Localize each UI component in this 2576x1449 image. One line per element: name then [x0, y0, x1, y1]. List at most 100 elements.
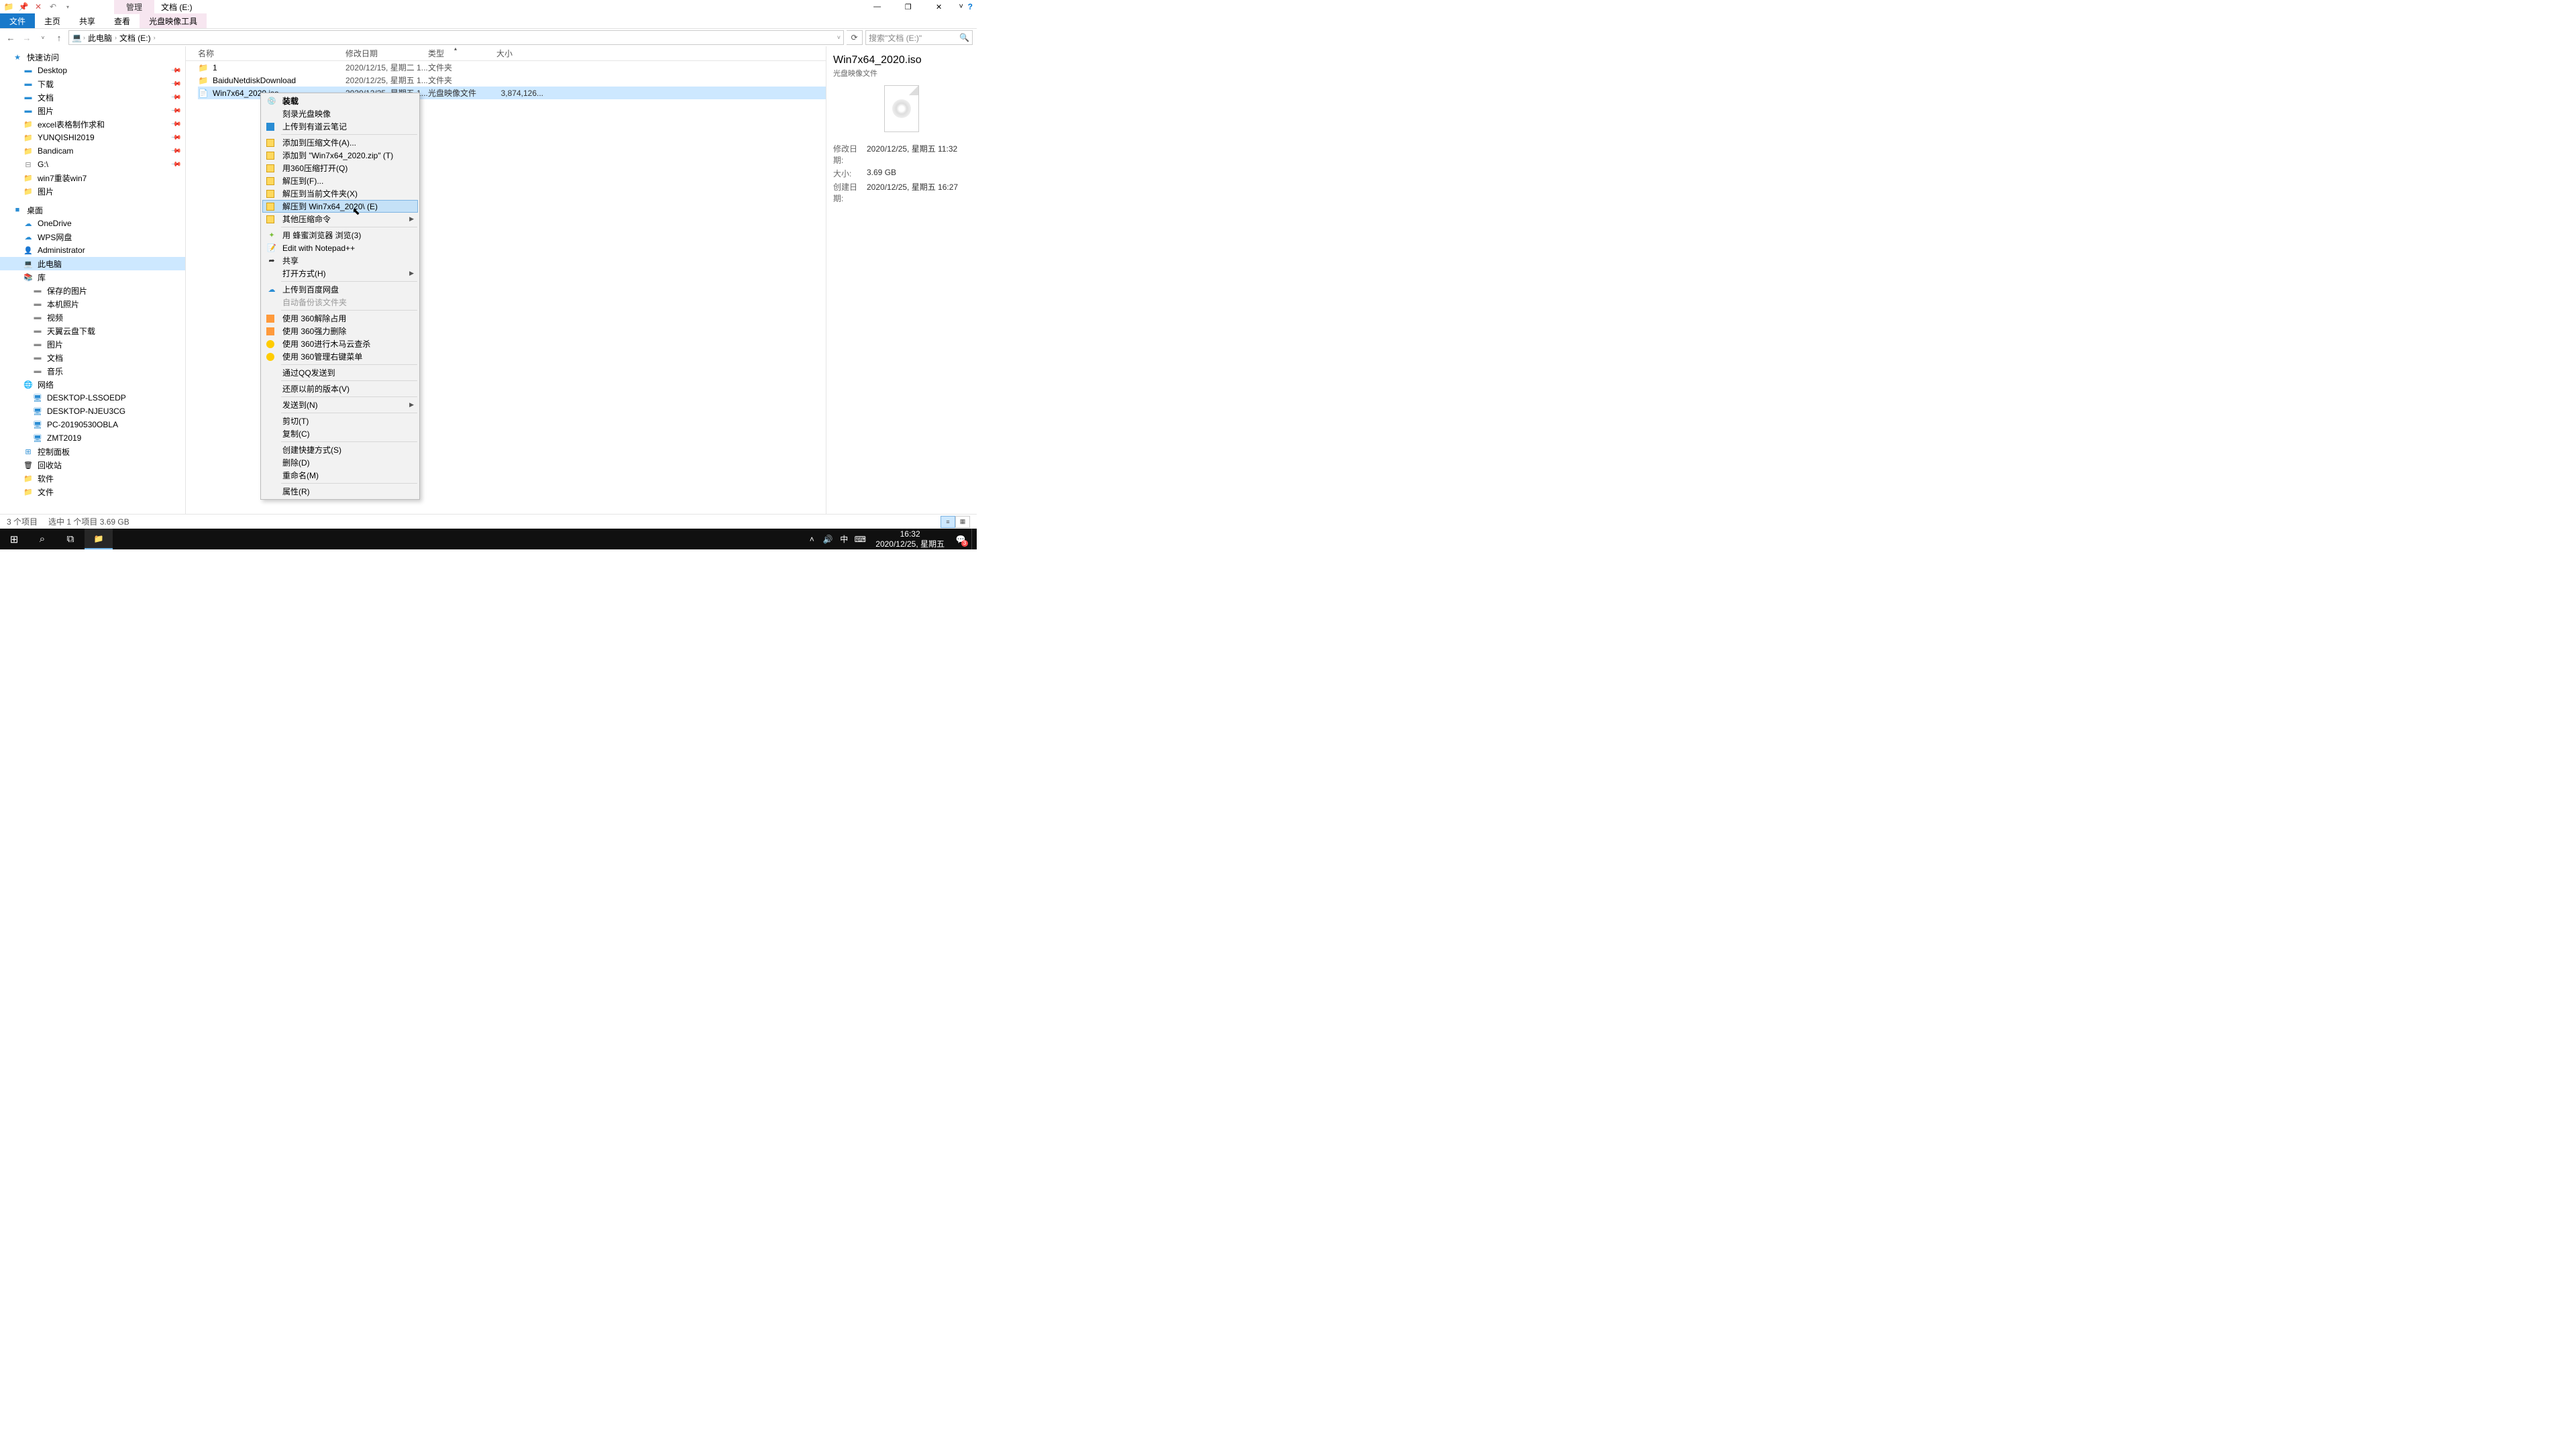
tab-view[interactable]: 查看 — [105, 13, 140, 28]
navigation-sidebar[interactable]: ★快速访问 ▬Desktop📌▬下载📌▬文档📌▬图片📌📁excel表格制作求和📌… — [0, 46, 186, 514]
context-menu-item[interactable]: 还原以前的版本(V) — [262, 382, 418, 395]
sidebar-item[interactable]: 💻此电脑 — [0, 257, 185, 270]
context-menu-item[interactable]: 属性(R) — [262, 485, 418, 498]
column-name[interactable]: 名称 — [198, 48, 345, 59]
nav-back-button[interactable]: ← — [4, 31, 17, 44]
context-menu-item[interactable]: 💿装载 — [262, 95, 418, 107]
context-menu-item[interactable]: 解压到 Win7x64_2020\ (E) — [262, 200, 418, 213]
sidebar-desktop[interactable]: ■桌面 — [0, 203, 185, 217]
nav-forward-button[interactable]: → — [20, 31, 34, 44]
breadcrumb-this-pc[interactable]: 此电脑 — [87, 32, 113, 44]
context-menu-item[interactable]: 发送到(N)▶ — [262, 398, 418, 411]
context-menu-item[interactable]: 添加到 "Win7x64_2020.zip" (T) — [262, 149, 418, 162]
sidebar-item[interactable]: 📁Bandicam📌 — [0, 144, 185, 158]
sidebar-item[interactable]: ▬本机照片 — [0, 297, 185, 311]
sidebar-item[interactable]: ▬下载📌 — [0, 77, 185, 91]
context-menu-item[interactable]: ✦用 蜂蜜浏览器 浏览(3) — [262, 229, 418, 241]
context-menu-item[interactable]: 通过QQ发送到 — [262, 366, 418, 379]
context-menu-item[interactable]: 使用 360解除占用 — [262, 312, 418, 325]
task-view-button[interactable]: ⧉ — [56, 529, 85, 549]
context-menu-item[interactable]: 解压到当前文件夹(X) — [262, 187, 418, 200]
context-menu-item[interactable]: 剪切(T) — [262, 415, 418, 427]
context-menu-item[interactable]: 📝Edit with Notepad++ — [262, 241, 418, 254]
sidebar-recycle[interactable]: 🗑回收站 — [0, 458, 185, 472]
maximize-button[interactable]: ❐ — [893, 0, 924, 13]
context-menu-item[interactable]: 使用 360进行木马云查杀 — [262, 337, 418, 350]
context-menu-item[interactable]: 删除(D) — [262, 456, 418, 469]
close-button[interactable]: ✕ — [924, 0, 955, 13]
sidebar-software[interactable]: 📁软件 — [0, 472, 185, 485]
column-date[interactable]: 修改日期 — [345, 48, 428, 59]
tab-file[interactable]: 文件 — [0, 13, 35, 28]
qat-close-icon[interactable]: ✕ — [32, 1, 44, 13]
sidebar-item[interactable]: ☁OneDrive — [0, 217, 185, 230]
sidebar-item[interactable]: 🖥DESKTOP-NJEU3CG — [0, 405, 185, 418]
taskbar-clock[interactable]: 16:32 2020/12/25, 星期五 — [870, 529, 950, 549]
sidebar-item[interactable]: 🖥DESKTOP-LSSOEDP — [0, 391, 185, 405]
context-menu-item[interactable]: 解压到(F)... — [262, 174, 418, 187]
sidebar-item[interactable]: ▬保存的图片 — [0, 284, 185, 297]
show-desktop-button[interactable] — [971, 529, 975, 549]
sidebar-item[interactable]: 📚库 — [0, 270, 185, 284]
breadcrumb[interactable]: 💻 › 此电脑 › 文档 (E:) › ˅ — [68, 30, 844, 45]
sidebar-files[interactable]: 📁文件 — [0, 485, 185, 498]
ribbon-toggle-icon[interactable]: ˅ — [955, 0, 968, 13]
context-menu-item[interactable]: 刻录光盘映像 — [262, 107, 418, 120]
context-menu-item[interactable]: ☁上传到百度网盘 — [262, 283, 418, 296]
breadcrumb-dropdown-icon[interactable]: ˅ — [837, 34, 841, 41]
help-icon[interactable]: ? — [968, 2, 973, 11]
taskbar-explorer[interactable]: 📁 — [85, 529, 113, 549]
sidebar-item[interactable]: 📁YUNQISHI2019📌 — [0, 131, 185, 144]
context-menu-item[interactable]: 使用 360管理右键菜单 — [262, 350, 418, 363]
tab-disc-tools[interactable]: 光盘映像工具 — [140, 13, 207, 28]
sidebar-item[interactable]: 📁图片 — [0, 184, 185, 198]
context-menu-item[interactable]: 其他压缩命令▶ — [262, 213, 418, 225]
taskbar[interactable]: ⊞ ⌕ ⧉ 📁 ˄ 🔊 中 ⌨ 16:32 2020/12/25, 星期五 💬 … — [0, 529, 977, 549]
context-menu-item[interactable]: 重命名(M) — [262, 469, 418, 482]
tab-home[interactable]: 主页 — [35, 13, 70, 28]
sidebar-quick-access[interactable]: ★快速访问 — [0, 50, 185, 64]
refresh-button[interactable]: ⟳ — [847, 30, 863, 45]
sidebar-item[interactable]: ▬Desktop📌 — [0, 64, 185, 77]
sidebar-item[interactable]: 📁excel表格制作求和📌 — [0, 117, 185, 131]
file-row[interactable]: 📁12020/12/15, 星期二 1...文件夹 — [198, 61, 826, 74]
notification-button[interactable]: 💬 3 — [954, 533, 967, 546]
sidebar-control-panel[interactable]: ⊞控制面板 — [0, 445, 185, 458]
qat-dropdown-icon[interactable]: ▾ — [62, 1, 74, 13]
context-menu-item[interactable]: 复制(C) — [262, 427, 418, 440]
view-icons-button[interactable]: ▦ — [955, 516, 970, 528]
context-menu-item[interactable]: 使用 360强力删除 — [262, 325, 418, 337]
context-menu[interactable]: 💿装载刻录光盘映像上传到有道云笔记添加到压缩文件(A)...添加到 "Win7x… — [260, 93, 420, 500]
sidebar-item[interactable]: ▬视频 — [0, 311, 185, 324]
sidebar-item[interactable]: ▬文档 — [0, 351, 185, 364]
minimize-button[interactable]: — — [862, 0, 893, 13]
column-type[interactable]: 类型 — [428, 48, 496, 59]
qat-undo-icon[interactable]: ↶ — [47, 1, 59, 13]
context-menu-item[interactable]: 上传到有道云笔记 — [262, 120, 418, 133]
sidebar-item[interactable]: 📁win7重装win7 — [0, 171, 185, 184]
column-headers[interactable]: ▴ 名称 修改日期 类型 大小 — [186, 46, 826, 61]
context-menu-item[interactable]: 打开方式(H)▶ — [262, 267, 418, 280]
context-menu-item[interactable]: 添加到压缩文件(A)... — [262, 136, 418, 149]
column-size[interactable]: 大小 — [496, 48, 543, 59]
context-menu-item[interactable]: 创建快捷方式(S) — [262, 443, 418, 456]
breadcrumb-drive[interactable]: 文档 (E:) — [118, 32, 152, 44]
start-button[interactable]: ⊞ — [0, 529, 28, 549]
tray-keyboard-icon[interactable]: ⌨ — [854, 535, 866, 544]
nav-history-dropdown[interactable]: ˅ — [36, 31, 50, 44]
sidebar-item[interactable]: ⊟G:\📌 — [0, 158, 185, 171]
view-details-button[interactable]: ≡ — [941, 516, 955, 528]
sidebar-item[interactable]: 🖥ZMT2019 — [0, 431, 185, 445]
search-input[interactable]: 搜索"文档 (E:)" 🔍 — [865, 30, 973, 45]
tab-share[interactable]: 共享 — [70, 13, 105, 28]
sidebar-item[interactable]: ☁WPS网盘 — [0, 230, 185, 244]
context-menu-item[interactable]: ➦共享 — [262, 254, 418, 267]
sidebar-network[interactable]: 🌐网络 — [0, 378, 185, 391]
file-row[interactable]: 📁BaiduNetdiskDownload2020/12/25, 星期五 1..… — [198, 74, 826, 87]
sidebar-item[interactable]: ▬图片📌 — [0, 104, 185, 117]
tray-ime-icon[interactable]: 中 — [838, 533, 850, 545]
sidebar-item[interactable]: 🖥PC-20190530OBLA — [0, 418, 185, 431]
sidebar-item[interactable]: 👤Administrator — [0, 244, 185, 257]
sidebar-item[interactable]: ▬音乐 — [0, 364, 185, 378]
qat-pin-icon[interactable]: 📌 — [17, 1, 30, 13]
